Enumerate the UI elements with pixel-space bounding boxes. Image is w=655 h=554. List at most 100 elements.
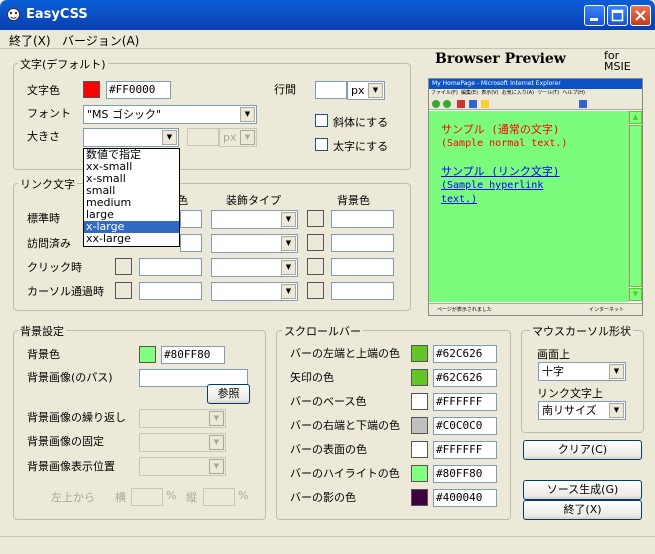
link-visited-color-field[interactable]: [180, 234, 202, 252]
minimize-button[interactable]: [584, 5, 605, 26]
preview-normal-line1: サンプル (通常の文字): [441, 123, 560, 136]
bg-fixed-label: 背景画像の固定: [27, 435, 104, 448]
chevron-down-icon: ▼: [609, 364, 624, 379]
link-active-color-swatch[interactable]: [115, 258, 132, 275]
exit-button[interactable]: 終了(X): [523, 500, 642, 520]
link-hover-bg-field[interactable]: [331, 282, 394, 300]
scroll-up-icon[interactable]: ▲: [629, 111, 642, 124]
scrollbar-color-swatch[interactable]: [411, 345, 428, 362]
scrollbar-color-label: バーのハイライトの色: [290, 467, 400, 480]
cursor-link-select[interactable]: 南リサイズ ▼: [538, 401, 626, 420]
link-hover-color-swatch[interactable]: [115, 282, 132, 299]
font-value: "MS ゴシック": [87, 108, 162, 121]
menu-version[interactable]: バージョン(A): [62, 32, 139, 49]
preview-scrollbar[interactable]: ▲ ▼: [628, 111, 642, 302]
scrollbar-color-label: バーの左端と上端の色: [290, 347, 400, 360]
italic-label: 斜体にする: [333, 116, 389, 129]
ie-window: My HomePage - Microsoft Internet Explore…: [428, 78, 643, 316]
link-normal-bg-swatch[interactable]: [307, 210, 324, 227]
scrollbar-color-swatch[interactable]: [411, 441, 428, 458]
scrollbar-color-field[interactable]: #62C626: [433, 345, 497, 363]
bg-position-label: 背景画像表示位置: [27, 460, 115, 473]
cursor-link-label: リンク文字上: [537, 387, 603, 400]
font-select[interactable]: "MS ゴシック" ▼: [83, 105, 257, 124]
preview-title: Browser Preview: [435, 51, 566, 67]
scrollbar-legend: スクロールバー: [282, 323, 363, 339]
link-normal-bg-field[interactable]: [331, 210, 394, 228]
scrollbar-color-field[interactable]: #62C626: [433, 369, 497, 387]
scrollbar-color-label: バーの影の色: [290, 491, 356, 504]
size-unit-select: px ▼: [219, 128, 257, 147]
generate-source-button[interactable]: ソース生成(G): [523, 480, 642, 500]
size-select[interactable]: ▼: [83, 128, 179, 147]
link-active-bg-swatch[interactable]: [307, 258, 324, 275]
link-visited-bg-field[interactable]: [331, 234, 394, 252]
bg-repeat-select: ▼: [139, 409, 226, 428]
line-height-field[interactable]: [315, 81, 347, 99]
title-bar: [0, 0, 655, 30]
clear-button[interactable]: クリア(C): [523, 440, 642, 460]
scroll-thumb[interactable]: [629, 125, 642, 287]
scrollbar-color-field[interactable]: #400040: [433, 489, 497, 507]
scrollbar-color-field[interactable]: #FFFFFF: [433, 441, 497, 459]
chevron-down-icon: ▼: [209, 435, 224, 450]
link-normal-color-field[interactable]: [180, 210, 202, 228]
link-visited-bg-swatch[interactable]: [307, 234, 324, 251]
text-color-field[interactable]: #FF0000: [106, 81, 171, 99]
link-normal-decoration-select[interactable]: ▼: [211, 210, 298, 229]
link-hover-color-field[interactable]: [139, 282, 202, 300]
bold-checkbox[interactable]: [315, 138, 328, 151]
link-visited-decoration-select[interactable]: ▼: [211, 234, 298, 253]
link-hover-bg-swatch[interactable]: [307, 282, 324, 299]
bg-repeat-label: 背景画像の繰り返し: [27, 411, 126, 424]
preview-content: サンプル (通常の文字) (Sample normal text.) サンプル …: [429, 111, 628, 302]
italic-checkbox[interactable]: [315, 114, 328, 127]
scrollbar-color-swatch[interactable]: [411, 369, 428, 386]
menu-exit[interactable]: 終了(X): [9, 32, 51, 49]
size-unit-value: px: [223, 131, 237, 144]
preview-normal-text: サンプル (通常の文字) (Sample normal text.): [441, 123, 567, 151]
link-active-color-field[interactable]: [139, 258, 202, 276]
cursor-screen-value: 十字: [542, 365, 564, 378]
cursor-link-value: 南リサイズ: [542, 404, 597, 417]
bold-label: 太字にする: [333, 140, 389, 153]
scrollbar-color-swatch[interactable]: [411, 465, 428, 482]
vert-pct: %: [238, 489, 249, 502]
vert-field: [203, 488, 235, 506]
scrollbar-color-label: バーの右端と下端の色: [290, 419, 400, 432]
text-color-swatch[interactable]: [83, 81, 100, 98]
scrollbar-color-field[interactable]: #80FF80: [433, 465, 497, 483]
scrollbar-color-field[interactable]: #C0C0C0: [433, 417, 497, 435]
line-height-label: 行間: [274, 83, 296, 96]
scrollbar-color-label: 矢印の色: [290, 371, 334, 384]
vert-label: 縦: [186, 491, 197, 504]
maximize-button[interactable]: [607, 5, 628, 26]
scrollbar-color-swatch[interactable]: [411, 417, 428, 434]
scroll-down-icon[interactable]: ▼: [629, 288, 642, 301]
bg-color-field[interactable]: #80FF80: [161, 346, 225, 364]
chevron-down-icon: ▼: [240, 130, 255, 145]
line-height-unit-select[interactable]: px ▼: [347, 81, 385, 100]
chevron-down-icon: ▼: [281, 236, 296, 251]
preview-normal-line2: (Sample normal text.): [441, 138, 568, 149]
background-legend: 背景設定: [18, 323, 66, 339]
link-text-legend: リンク文字: [18, 176, 77, 192]
preview-link-text[interactable]: サンプル (リンク文字) (Sample hyperlink text.): [441, 165, 560, 207]
link-active-bg-field[interactable]: [331, 258, 394, 276]
browse-button[interactable]: 参照: [207, 384, 250, 404]
link-row-active: クリック時: [27, 261, 82, 274]
scrollbar-color-swatch[interactable]: [411, 393, 428, 410]
horiz-pct: %: [166, 489, 177, 502]
bg-color-swatch[interactable]: [139, 346, 156, 363]
preview-link-line3: text.): [441, 194, 478, 205]
link-hover-decoration-select[interactable]: ▼: [211, 282, 298, 301]
status-bar: [0, 536, 655, 554]
close-button[interactable]: [630, 5, 651, 26]
size-option[interactable]: xx-large: [84, 233, 179, 245]
line-unit-value: px: [351, 84, 365, 97]
cursor-screen-label: 画面上: [537, 348, 570, 361]
scrollbar-color-field[interactable]: #FFFFFF: [433, 393, 497, 411]
cursor-screen-select[interactable]: 十字 ▼: [538, 362, 626, 381]
scrollbar-color-swatch[interactable]: [411, 489, 428, 506]
link-active-decoration-select[interactable]: ▼: [211, 258, 298, 277]
